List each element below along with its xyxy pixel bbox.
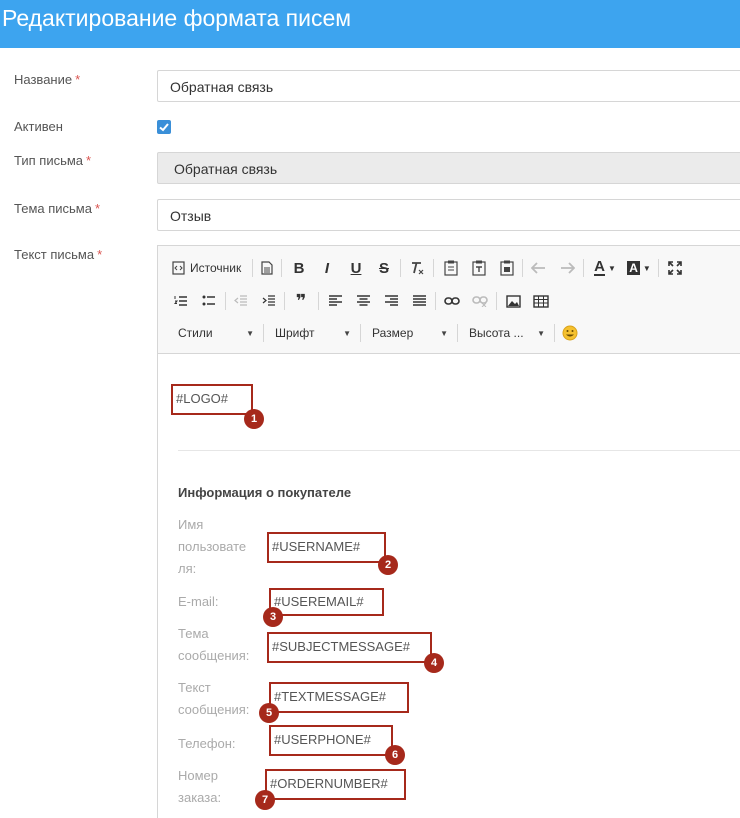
ordernumber-placeholder: #ORDERNUMBER#: [265, 769, 406, 800]
align-right-icon[interactable]: [382, 291, 400, 311]
name-input[interactable]: Обратная связь: [157, 70, 740, 102]
chevron-down-icon: ▼: [246, 328, 254, 338]
row-label-subject: Тема сообщения:: [178, 626, 250, 663]
required-mark: *: [86, 153, 92, 168]
italic-button[interactable]: I: [318, 258, 336, 278]
required-mark: *: [94, 201, 101, 216]
align-left-icon[interactable]: [326, 291, 344, 311]
document-icon[interactable]: [258, 258, 276, 278]
smiley-icon[interactable]: [561, 323, 579, 343]
check-icon: [159, 123, 169, 132]
paste-word-icon[interactable]: [498, 258, 516, 278]
unlink-icon[interactable]: [471, 291, 489, 311]
textmessage-placeholder: #TEXTMESSAGE#: [269, 682, 409, 713]
line-height-dropdown[interactable]: Высота ... ▼: [467, 322, 549, 344]
font-dropdown[interactable]: Шрифт ▼: [273, 322, 355, 344]
logo-placeholder: #LOGO#: [171, 384, 253, 415]
chevron-down-icon: ▼: [440, 328, 448, 338]
remove-format-icon[interactable]: [407, 258, 427, 278]
row-label-text: Текст сообщения:: [178, 680, 250, 717]
source-icon: [172, 261, 185, 275]
username-placeholder: #USERNAME#: [267, 532, 386, 563]
marker-badge: 5: [259, 703, 279, 723]
row-label-order: Номер заказа:: [178, 768, 222, 805]
marker-badge: 7: [255, 790, 275, 810]
body-label: Текст письма *: [14, 247, 103, 262]
bg-color-button[interactable]: A ▼: [625, 258, 653, 278]
marker-badge: 3: [263, 607, 283, 627]
indent-icon[interactable]: [260, 291, 278, 311]
row-label-email: E-mail:: [178, 594, 219, 609]
table-icon[interactable]: [532, 291, 550, 311]
maximize-icon[interactable]: [666, 258, 684, 278]
strike-button[interactable]: S: [375, 258, 393, 278]
editor-toolbar: Источник B I U S A ▼ A ▼ ❞ Стили ▼ Шрифт…: [158, 246, 740, 354]
chevron-down-icon: ▼: [607, 263, 616, 273]
undo-icon[interactable]: [530, 258, 548, 278]
align-center-icon[interactable]: [354, 291, 372, 311]
size-dropdown[interactable]: Размер ▼: [370, 322, 452, 344]
marker-badge: 6: [385, 745, 405, 765]
text-color-button[interactable]: A ▼: [591, 258, 619, 278]
chevron-down-icon: ▼: [343, 328, 351, 338]
paste-text-icon[interactable]: [470, 258, 488, 278]
marker-badge: 1: [244, 409, 264, 429]
useremail-placeholder: #USEREMAIL#: [269, 588, 384, 616]
active-label: Активен: [14, 119, 63, 134]
paste-icon[interactable]: [442, 258, 460, 278]
underline-button[interactable]: U: [347, 258, 365, 278]
image-icon[interactable]: [504, 291, 522, 311]
subjectmessage-placeholder: #SUBJECTMESSAGE#: [267, 632, 432, 663]
chevron-down-icon: ▼: [642, 263, 651, 273]
bulleted-list-icon[interactable]: [200, 291, 218, 311]
numbered-list-icon[interactable]: [172, 291, 190, 311]
page-title: Редактирование формата писем: [2, 5, 352, 31]
subject-input[interactable]: Отзыв: [157, 199, 740, 231]
name-label: Название *: [14, 72, 81, 87]
bold-button[interactable]: B: [290, 258, 308, 278]
divider: [178, 450, 740, 451]
section-title: Информация о покупателе: [178, 485, 352, 500]
chevron-down-icon: ▼: [537, 328, 545, 338]
userphone-placeholder: #USERPHONE#: [269, 725, 393, 756]
type-label: Тип письма *: [14, 153, 92, 168]
row-label-phone: Телефон:: [178, 736, 236, 751]
rich-text-editor[interactable]: Источник B I U S A ▼ A ▼ ❞ Стили ▼ Шрифт…: [157, 245, 740, 818]
subject-label: Тема письма *: [14, 201, 101, 216]
link-icon[interactable]: [443, 291, 461, 311]
styles-dropdown[interactable]: Стили ▼: [176, 322, 258, 344]
page-header: Редактирование формата писем: [0, 0, 740, 48]
quote-button[interactable]: ❞: [290, 291, 312, 311]
source-button[interactable]: Источник: [172, 258, 248, 278]
redo-icon[interactable]: [558, 258, 576, 278]
marker-badge: 2: [378, 555, 398, 575]
row-label-username: Имя пользовате ля:: [178, 517, 247, 576]
align-justify-icon[interactable]: [410, 291, 428, 311]
required-mark: *: [75, 72, 81, 87]
marker-badge: 4: [424, 653, 444, 673]
active-checkbox[interactable]: [157, 120, 171, 134]
type-select[interactable]: Обратная связь: [157, 152, 740, 184]
outdent-icon[interactable]: [232, 291, 250, 311]
required-mark: *: [97, 247, 103, 262]
